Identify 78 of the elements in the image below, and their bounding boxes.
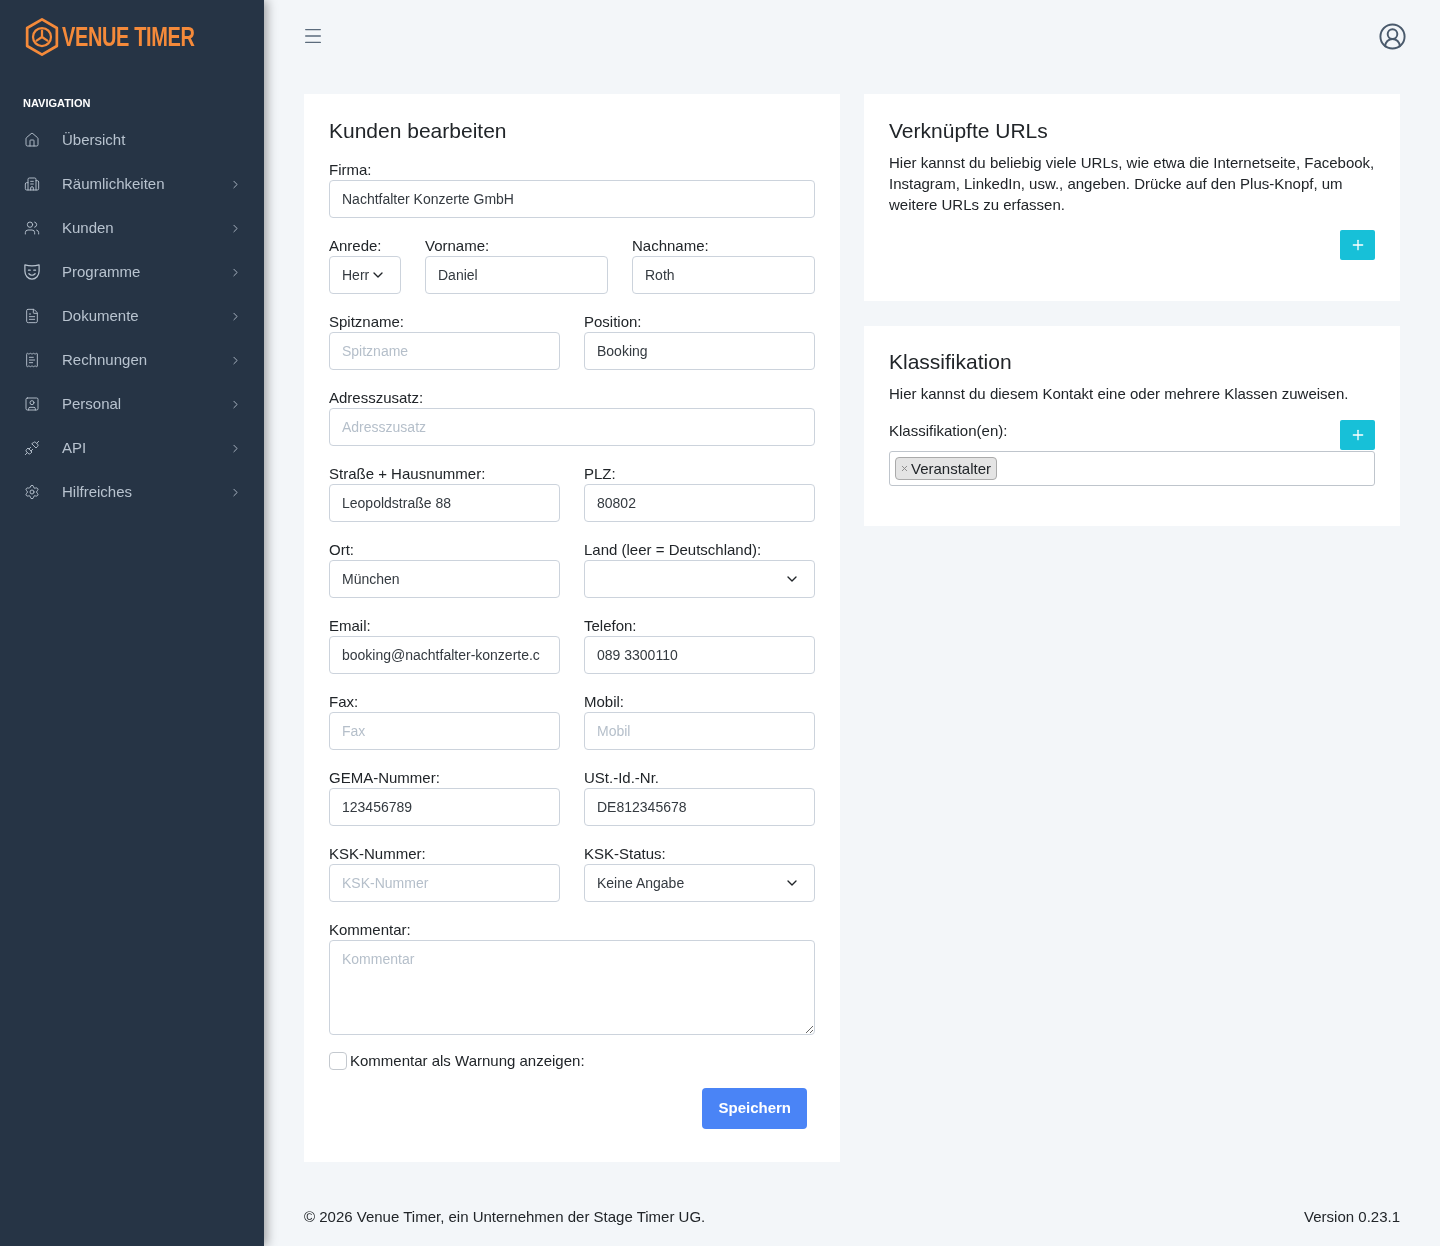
field-label: Klassifikation(en): (889, 421, 1008, 441)
field-label: Fax: (329, 692, 360, 712)
input-field[interactable]: 80802 (584, 484, 815, 522)
sidebar-item[interactable]: Übersicht (0, 118, 264, 162)
input-field[interactable]: DE812345678 (584, 788, 815, 826)
input-field[interactable]: München (329, 560, 560, 598)
remove-icon[interactable] (900, 464, 909, 473)
input-field[interactable]: Roth (632, 256, 815, 294)
field-label: Position: (584, 312, 643, 332)
sidebar-item[interactable]: Programme (0, 250, 264, 294)
field-label: Spitzname: (329, 312, 406, 332)
input-field[interactable]: Daniel (425, 256, 608, 294)
building-icon (24, 176, 40, 192)
field-label: Firma: (329, 160, 373, 180)
receipt-icon (24, 352, 40, 368)
card-title: Verknüpfte URLs (889, 118, 1049, 144)
field-label: Kommentar: (329, 920, 412, 940)
field-label: Mobil: (584, 692, 625, 712)
card-title: Klassifikation (889, 349, 1013, 375)
mask-icon (24, 264, 40, 280)
sidebar-item[interactable]: Kunden (0, 206, 264, 250)
logo-icon (24, 17, 60, 57)
version-text: Version 0.23.1 (1304, 1207, 1400, 1227)
input-field[interactable]: KSK-Nummer (329, 864, 560, 902)
field-label: KSK-Status: (584, 844, 667, 864)
field-label: Anrede: (329, 236, 383, 256)
nav-section-title: NAVIGATION (23, 96, 91, 111)
sidebar-item[interactable]: Hilfreiches (0, 470, 264, 514)
input-field[interactable]: booking@nachtfalter-konzerte.c (329, 636, 560, 674)
users-icon (24, 220, 40, 236)
field-label: Land (leer = Deutschland): (584, 540, 763, 560)
input-field[interactable]: Leopoldstraße 88 (329, 484, 560, 522)
classification-field[interactable]: Veranstalter (889, 451, 1375, 486)
input-field[interactable]: 089 3300110 (584, 636, 815, 674)
classification-tag[interactable]: Veranstalter (895, 457, 998, 480)
card-title: Kunden bearbeiten (329, 118, 508, 144)
field-label: GEMA-Nummer: (329, 768, 441, 788)
settings-icon (24, 484, 40, 500)
field-label: Ort: (329, 540, 355, 560)
textarea-field[interactable]: Kommentar (329, 940, 815, 1035)
input-field[interactable]: Booking (584, 332, 815, 370)
select-field[interactable] (584, 560, 815, 598)
checkbox[interactable] (329, 1052, 347, 1070)
field-label: Adresszusatz: (329, 388, 425, 408)
field-label: Straße + Hausnummer: (329, 464, 487, 484)
input-field[interactable]: Nachtfalter Konzerte GmbH (329, 180, 815, 218)
field-label: USt.-Id.-Nr. (584, 768, 660, 788)
field-label: Vorname: (425, 236, 491, 256)
select-field[interactable]: Herr (329, 256, 401, 294)
contact-card-icon (24, 396, 40, 412)
copyright-text: © 2026 Venue Timer, ein Unternehmen der Stage Timer UG. (304, 1207, 706, 1227)
input-field[interactable]: Fax (329, 712, 560, 750)
plug-icon (24, 440, 40, 456)
user-avatar-icon[interactable] (1378, 21, 1407, 51)
sidebar-item[interactable]: Personal (0, 382, 264, 426)
field-label: Telefon: (584, 616, 638, 636)
field-label: Email: (329, 616, 372, 636)
field-label: KSK-Nummer: (329, 844, 427, 864)
field-label: PLZ: (584, 464, 617, 484)
input-field[interactable]: Spitzname (329, 332, 560, 370)
sidebar-item[interactable]: Rechnungen (0, 338, 264, 382)
input-field[interactable]: Mobil (584, 712, 815, 750)
sidebar-item[interactable]: API (0, 426, 264, 470)
save-button[interactable]: Speichern (702, 1088, 807, 1129)
input-field[interactable]: 123456789 (329, 788, 560, 826)
input-field[interactable]: Adresszusatz (329, 408, 815, 446)
add-button[interactable] (1340, 230, 1375, 260)
add-button[interactable] (1340, 420, 1375, 450)
sidebar-item[interactable]: Dokumente (0, 294, 264, 338)
sidebar-item[interactable]: Räumlichkeiten (0, 162, 264, 206)
document-icon (24, 308, 40, 324)
logo-text: VENUE TIMER (62, 22, 195, 52)
home-icon (24, 132, 40, 148)
field-label: Nachname: (632, 236, 710, 256)
card-description: Hier kannst du beliebig viele URLs, wie etwa die Internetseite, Facebook, Instagram, LinkedIn, usw., angeben. Drücke auf den Plus-Knopf, um weitere URLs zu erfassen. (889, 153, 1375, 215)
card-description: Hier kannst du diesem Kontakt eine oder mehrere Klassen zuweisen. (889, 384, 1350, 404)
checkbox-label: Kommentar als Warnung anzeigen: (350, 1051, 585, 1071)
select-field[interactable]: Keine Angabe (584, 864, 815, 902)
